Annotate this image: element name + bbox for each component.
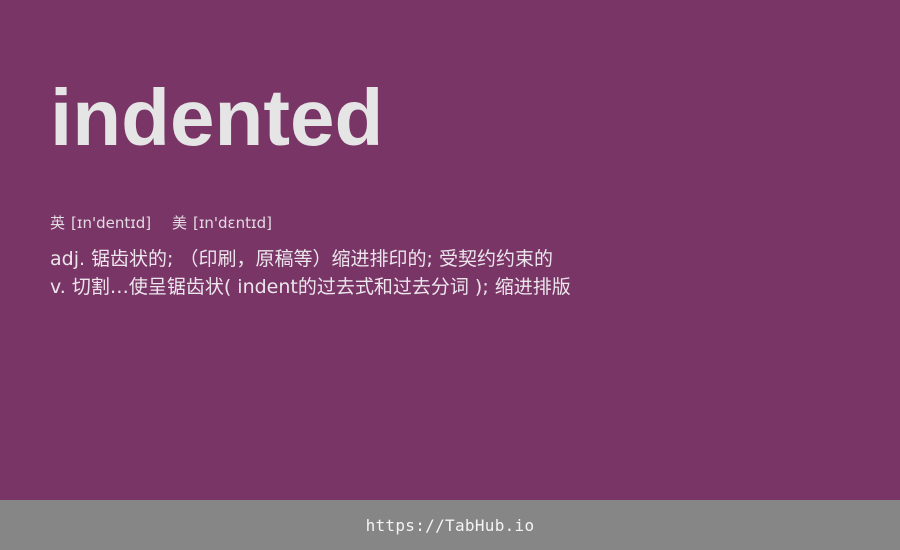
definition-verb: v. 切割…使呈锯齿状( indent的过去式和过去分词 ); 缩进排版 bbox=[50, 276, 571, 298]
definition-adjective: adj. 锯齿状的; （印刷，原稿等）缩进排印的; 受契约约束的 bbox=[50, 248, 553, 270]
pronunciation-uk-ipa: [ɪn'dentɪd] bbox=[71, 214, 152, 232]
word-title: indented bbox=[50, 73, 384, 162]
pronunciation-uk-label: 英 bbox=[50, 214, 66, 232]
word-card: indented 英 [ɪn'dentɪd] 美 [ɪn'dɛntɪd] adj. … bbox=[0, 0, 900, 550]
footer-link[interactable]: https://TabHub.io bbox=[366, 516, 535, 535]
pronunciation-uk: 英 [ɪn'dentɪd] bbox=[50, 213, 151, 233]
pronunciation-us: 美 [ɪn'dɛntɪd] bbox=[172, 213, 272, 233]
definition-list: adj. 锯齿状的; （印刷，原稿等）缩进排印的; 受契约约束的 v. 切割…使… bbox=[50, 245, 830, 301]
pronunciation-us-ipa: [ɪn'dɛntɪd] bbox=[192, 214, 272, 232]
pronunciation-row: 英 [ɪn'dentɪd] 美 [ɪn'dɛntɪd] bbox=[50, 213, 272, 233]
footer-bar: https://TabHub.io bbox=[0, 500, 900, 550]
pronunciation-us-label: 美 bbox=[171, 214, 187, 232]
